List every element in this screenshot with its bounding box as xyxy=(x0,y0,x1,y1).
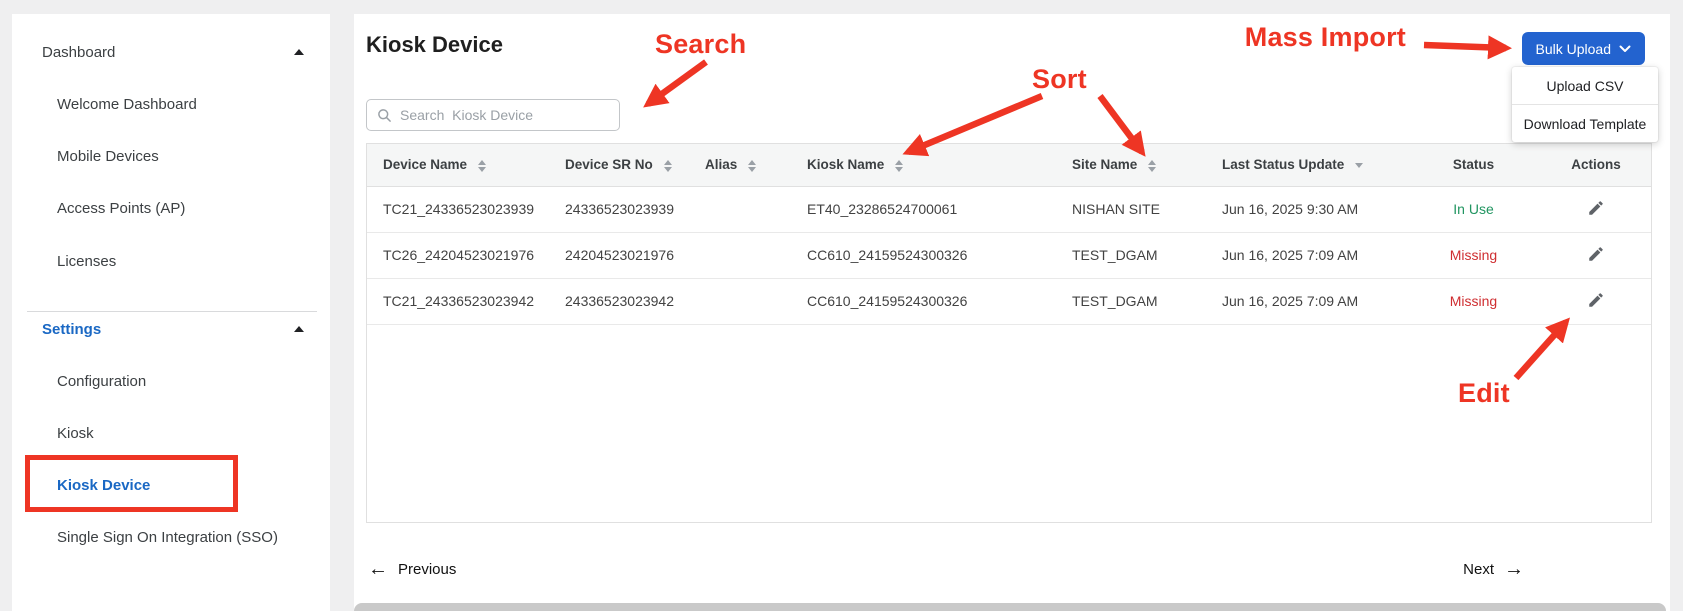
cell-alias xyxy=(689,186,791,232)
cell-alias xyxy=(689,278,791,324)
sidebar-divider xyxy=(27,311,317,312)
cell-device-sr-no: 24336523023942 xyxy=(549,278,689,324)
edit-button[interactable] xyxy=(1583,195,1609,224)
next-button[interactable]: Next → xyxy=(1463,556,1524,582)
column-label: Kiosk Name xyxy=(807,157,884,172)
page-title: Kiosk Device xyxy=(366,32,503,58)
previous-button[interactable]: ← Previous xyxy=(368,556,456,582)
bulk-upload-button[interactable]: Bulk Upload xyxy=(1522,32,1646,65)
column-header-alias[interactable]: Alias xyxy=(689,144,791,186)
cell-actions xyxy=(1541,232,1651,278)
collapse-caret-icon xyxy=(294,49,304,55)
column-header-status: Status xyxy=(1406,144,1541,186)
sidebar-item-mobile-devices[interactable]: Mobile Devices xyxy=(12,142,330,170)
sidebar-item-licenses[interactable]: Licenses xyxy=(12,247,330,275)
cell-last-status-update: Jun 16, 2025 9:30 AM xyxy=(1206,186,1406,232)
cell-last-status-update: Jun 16, 2025 7:09 AM xyxy=(1206,278,1406,324)
column-header-kiosk-name[interactable]: Kiosk Name xyxy=(791,144,1056,186)
column-label: Site Name xyxy=(1072,157,1137,172)
cell-alias xyxy=(689,232,791,278)
previous-label: Previous xyxy=(398,561,456,578)
chevron-down-icon xyxy=(1619,45,1631,53)
sidebar-item-label: Dashboard xyxy=(42,44,115,61)
cell-device-sr-no: 24204523021976 xyxy=(549,232,689,278)
sort-icon xyxy=(895,160,903,172)
sidebar-item-settings[interactable]: Settings xyxy=(12,315,330,343)
column-header-actions: Actions xyxy=(1541,144,1651,186)
cell-kiosk-name: ET40_23286524700061 xyxy=(791,186,1056,232)
table-row: TC21_24336523023942 24336523023942 CC610… xyxy=(367,278,1651,324)
kiosk-device-table: Device Name Device SR No Alias Kios xyxy=(367,144,1651,325)
column-header-device-sr-no[interactable]: Device SR No xyxy=(549,144,689,186)
cell-actions xyxy=(1541,186,1651,232)
table-header-row: Device Name Device SR No Alias Kios xyxy=(367,144,1651,186)
cell-status: In Use xyxy=(1406,186,1541,232)
search-icon xyxy=(377,108,392,123)
cell-last-status-update: Jun 16, 2025 7:09 AM xyxy=(1206,232,1406,278)
edit-button[interactable] xyxy=(1583,287,1609,316)
sidebar-item-dashboard[interactable]: Dashboard xyxy=(12,38,330,66)
collapse-caret-icon xyxy=(294,326,304,332)
cell-site-name: NISHAN SITE xyxy=(1056,186,1206,232)
search-input[interactable] xyxy=(400,107,609,123)
bulk-upload-dropdown: Upload CSV Download Template xyxy=(1512,67,1658,142)
sidebar-item-access-points[interactable]: Access Points (AP) xyxy=(12,194,330,222)
sort-icon xyxy=(1148,160,1156,172)
pencil-icon xyxy=(1587,291,1605,309)
status-badge: In Use xyxy=(1453,201,1493,217)
column-label: Status xyxy=(1453,157,1494,172)
column-label: Last Status Update xyxy=(1222,157,1344,172)
sort-icon xyxy=(748,160,756,172)
sort-icon xyxy=(478,160,486,172)
next-label: Next xyxy=(1463,561,1494,578)
cell-site-name: TEST_DGAM xyxy=(1056,278,1206,324)
cell-device-name: TC21_24336523023942 xyxy=(367,278,549,324)
edit-button[interactable] xyxy=(1583,241,1609,270)
sort-descending-icon xyxy=(1355,163,1363,168)
cell-actions xyxy=(1541,278,1651,324)
sort-icon xyxy=(664,160,672,172)
cell-status: Missing xyxy=(1406,278,1541,324)
table-row: TC21_24336523023939 24336523023939 ET40_… xyxy=(367,186,1651,232)
cell-device-name: TC21_24336523023939 xyxy=(367,186,549,232)
column-label: Actions xyxy=(1571,157,1621,172)
sidebar: Dashboard Welcome Dashboard Mobile Devic… xyxy=(12,14,330,611)
menu-item-download-template[interactable]: Download Template xyxy=(1512,105,1658,142)
sidebar-item-welcome-dashboard[interactable]: Welcome Dashboard xyxy=(12,90,330,118)
cell-device-name: TC26_24204523021976 xyxy=(367,232,549,278)
cell-kiosk-name: CC610_24159524300326 xyxy=(791,278,1056,324)
sidebar-item-label: Settings xyxy=(42,321,101,338)
cell-site-name: TEST_DGAM xyxy=(1056,232,1206,278)
cell-device-sr-no: 24336523023939 xyxy=(549,186,689,232)
main-panel: Kiosk Device Bulk Upload Upload CSV Down… xyxy=(354,14,1670,611)
cell-status: Missing xyxy=(1406,232,1541,278)
arrow-left-icon: ← xyxy=(368,559,388,579)
sidebar-item-configuration[interactable]: Configuration xyxy=(12,367,330,395)
table-row: TC26_24204523021976 24204523021976 CC610… xyxy=(367,232,1651,278)
sidebar-item-kiosk-device[interactable]: Kiosk Device xyxy=(12,471,330,499)
kiosk-device-table-container: Device Name Device SR No Alias Kios xyxy=(366,143,1652,523)
bulk-upload-label: Bulk Upload xyxy=(1536,41,1612,57)
pencil-icon xyxy=(1587,245,1605,263)
menu-item-upload-csv[interactable]: Upload CSV xyxy=(1512,67,1658,104)
app-screen: Dashboard Welcome Dashboard Mobile Devic… xyxy=(0,0,1683,611)
column-header-site-name[interactable]: Site Name xyxy=(1056,144,1206,186)
search-box xyxy=(366,99,620,131)
sidebar-item-kiosk[interactable]: Kiosk xyxy=(12,419,330,447)
arrow-right-icon: → xyxy=(1504,559,1524,579)
status-badge: Missing xyxy=(1450,293,1497,309)
sidebar-item-sso[interactable]: Single Sign On Integration (SSO) xyxy=(12,523,330,551)
column-label: Alias xyxy=(705,157,737,172)
section-divider-bar xyxy=(354,603,1666,611)
column-label: Device SR No xyxy=(565,157,653,172)
column-label: Device Name xyxy=(383,157,467,172)
cell-kiosk-name: CC610_24159524300326 xyxy=(791,232,1056,278)
column-header-last-status-update[interactable]: Last Status Update xyxy=(1206,144,1406,186)
status-badge: Missing xyxy=(1450,247,1497,263)
pencil-icon xyxy=(1587,199,1605,217)
column-header-device-name[interactable]: Device Name xyxy=(367,144,549,186)
